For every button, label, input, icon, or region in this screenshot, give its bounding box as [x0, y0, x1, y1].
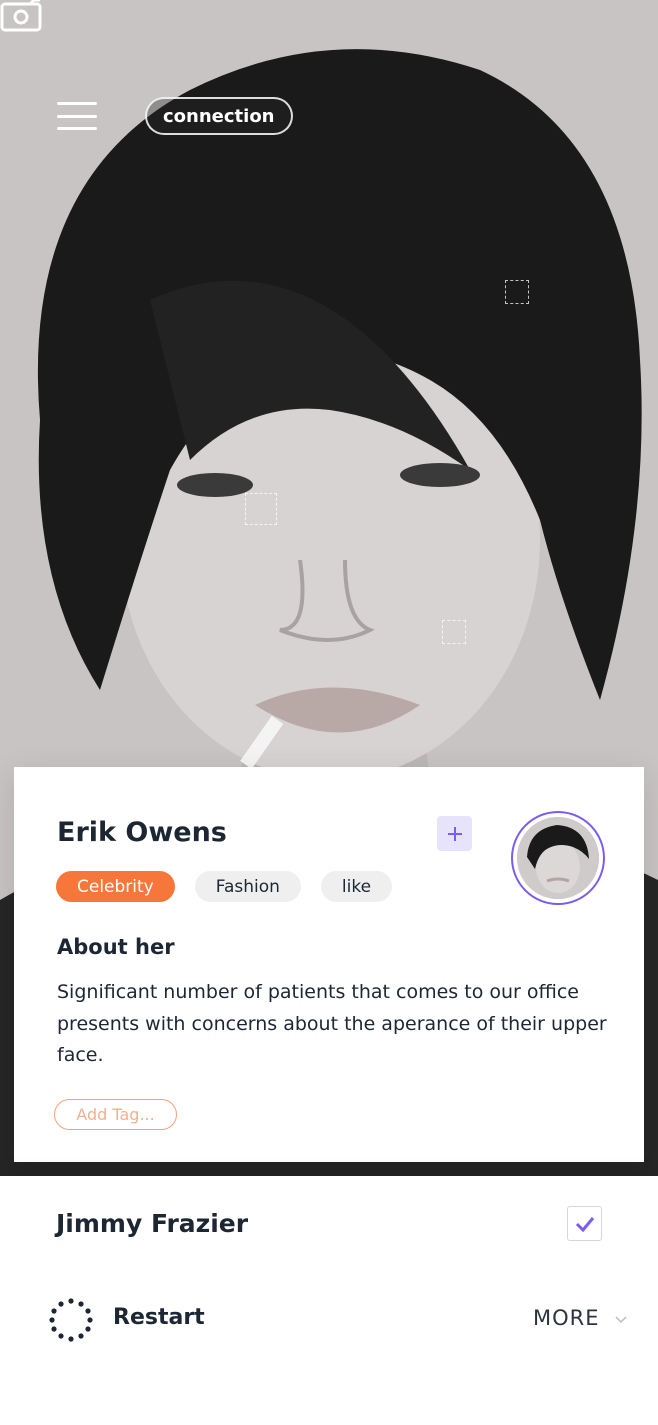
- focus-marker: [245, 493, 277, 525]
- avatar-image: [517, 817, 599, 899]
- tag-celebrity[interactable]: Celebrity: [56, 871, 175, 902]
- add-tag-input[interactable]: Add Tag...: [54, 1099, 177, 1130]
- menu-bar: [57, 127, 97, 130]
- list-item-name: Jimmy Frazier: [56, 1209, 249, 1238]
- checkbox[interactable]: [567, 1206, 602, 1241]
- plus-icon: [447, 826, 462, 841]
- more-button[interactable]: MORE: [533, 1306, 600, 1330]
- tag-fashion[interactable]: Fashion: [194, 871, 301, 902]
- restart-icon[interactable]: [49, 1298, 93, 1342]
- focus-marker: [505, 280, 529, 304]
- menu-bar: [57, 102, 97, 105]
- profile-name: Erik Owens: [57, 817, 227, 848]
- add-button[interactable]: [437, 816, 472, 851]
- bottom-bar: Restart MORE: [0, 1271, 658, 1425]
- list-item[interactable]: Jimmy Frazier: [0, 1176, 658, 1271]
- check-icon: [575, 1216, 594, 1232]
- connection-button[interactable]: connection: [145, 97, 293, 135]
- profile-card: Erik Owens Celebrity Fashion like About …: [14, 767, 644, 1162]
- avatar-portrait: [517, 817, 599, 899]
- tag-list: Celebrity Fashion like: [56, 871, 393, 902]
- chevron-down-icon[interactable]: [614, 1315, 628, 1325]
- focus-marker: [442, 620, 466, 644]
- camera-icon[interactable]: [0, 0, 42, 34]
- tag-like[interactable]: like: [320, 871, 393, 902]
- avatar[interactable]: [511, 811, 605, 905]
- restart-button[interactable]: Restart: [113, 1305, 205, 1330]
- menu-icon[interactable]: [57, 102, 97, 130]
- about-text: Significant number of patients that come…: [57, 981, 607, 1066]
- menu-bar: [57, 114, 97, 118]
- about-title: About her: [57, 935, 175, 959]
